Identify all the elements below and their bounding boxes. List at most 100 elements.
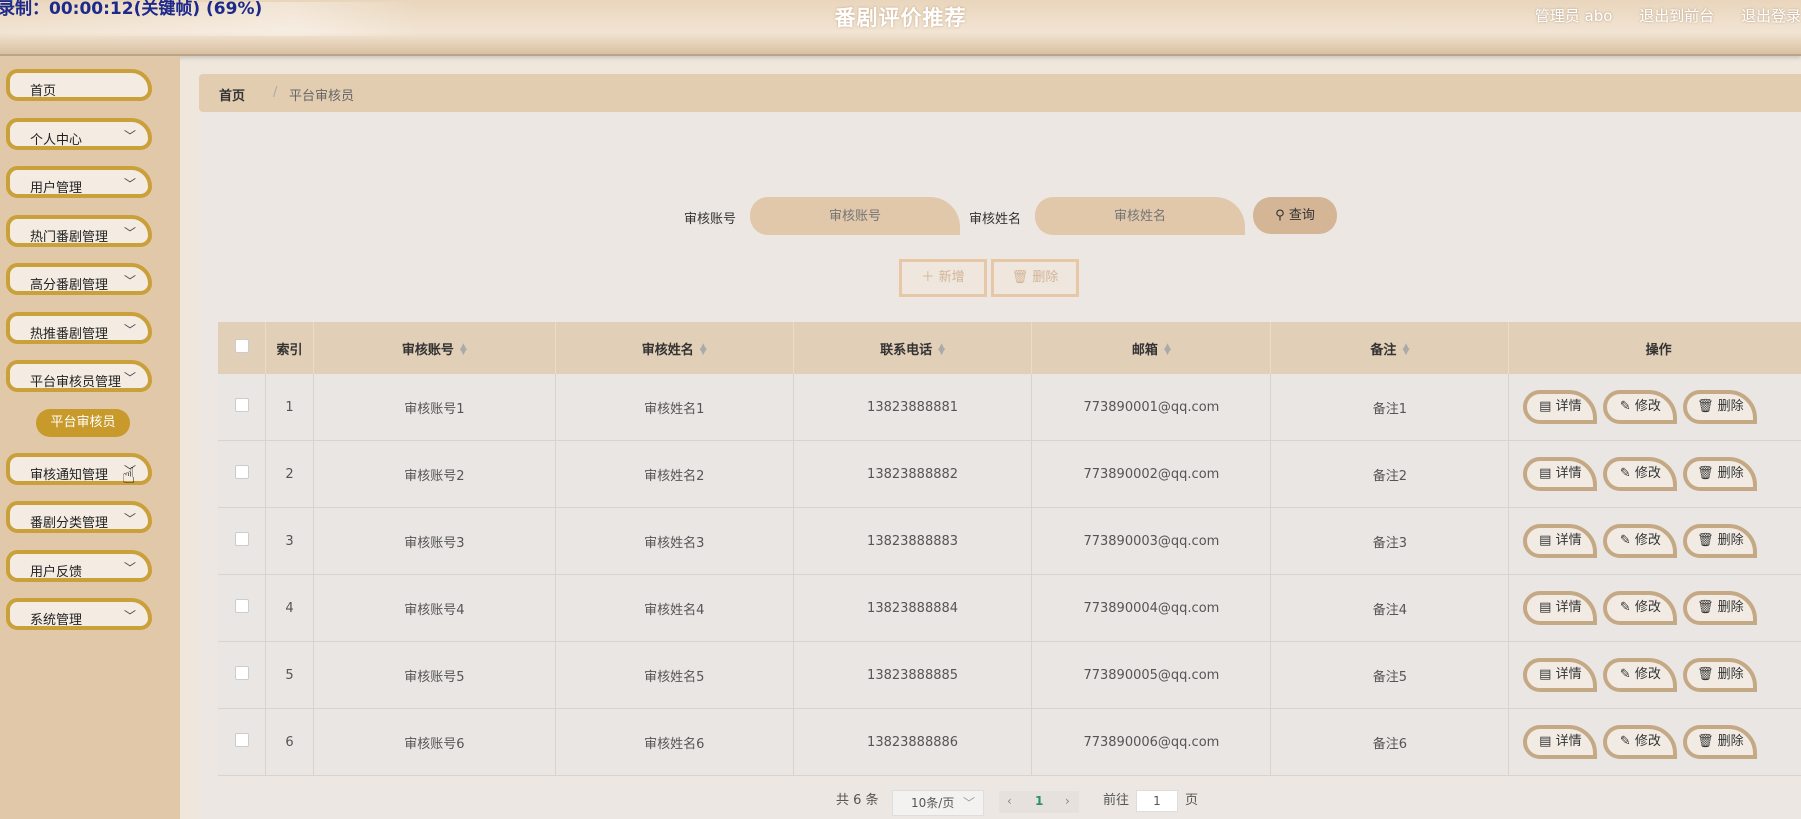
sidebar-item-recommended-anime[interactable]: 热推番剧管理 ﹀ xyxy=(6,312,152,344)
name-search-input[interactable] xyxy=(1035,197,1245,235)
prev-page-icon[interactable]: ‹ xyxy=(1007,794,1012,808)
goto-page-input[interactable]: 1 xyxy=(1136,790,1178,812)
sidebar-item-feedback[interactable]: 用户反馈 ﹀ xyxy=(6,550,152,582)
sidebar-item-label: 热推番剧管理 xyxy=(30,327,109,342)
edit-button[interactable]: ✎ 修改 xyxy=(1603,591,1678,625)
row-select-cell[interactable] xyxy=(218,708,267,776)
page-size-select[interactable]: 10条/页 ﹀ xyxy=(892,790,984,816)
pencil-icon: ✎ xyxy=(1619,466,1635,481)
row-checkbox[interactable] xyxy=(234,398,249,412)
goto-label: 前往 xyxy=(1103,793,1130,808)
detail-button[interactable]: ▤ 详情 xyxy=(1523,390,1598,424)
plus-icon: ＋ xyxy=(921,270,935,285)
edit-button[interactable]: ✎ 修改 xyxy=(1603,390,1678,424)
sort-icon[interactable]: ▲ ▼ xyxy=(938,343,945,357)
account-label: 审核账号 xyxy=(684,212,737,227)
edit-button[interactable]: ✎ 修改 xyxy=(1603,658,1678,692)
delete-button[interactable]: 🗑 删除 xyxy=(1683,658,1758,692)
edit-button[interactable]: ✎ 修改 xyxy=(1603,524,1678,558)
row-checkbox[interactable] xyxy=(234,599,249,613)
select-all-cell[interactable] xyxy=(218,322,267,374)
edit-button-label: 修改 xyxy=(1634,667,1661,682)
row-select-cell[interactable] xyxy=(218,641,267,709)
chevron-down-icon: ﹀ xyxy=(123,323,136,337)
edit-button-label: 修改 xyxy=(1634,533,1661,548)
breadcrumb-separator: / xyxy=(273,85,278,100)
sidebar-item-high-score-anime[interactable]: 高分番剧管理 ﹀ xyxy=(6,263,152,295)
row-checkbox[interactable] xyxy=(234,733,249,747)
row-select-cell[interactable] xyxy=(218,440,267,508)
sidebar-subitem-reviewer[interactable]: 平台审核员 xyxy=(36,409,130,437)
row-checkbox[interactable] xyxy=(234,465,249,479)
row-select-cell[interactable] xyxy=(218,374,267,441)
query-button-label: 查询 xyxy=(1288,208,1315,223)
sidebar-item-label: 番剧分类管理 xyxy=(30,516,109,531)
column-header-phone[interactable]: 联系电话 ▲ ▼ xyxy=(793,322,1033,374)
breadcrumb-home[interactable]: 首页 xyxy=(219,85,245,104)
sort-icon[interactable]: ▲ ▼ xyxy=(700,343,707,357)
column-header-note[interactable]: 备注 ▲ ▼ xyxy=(1270,322,1510,374)
query-button[interactable]: ⚲ 查询 xyxy=(1253,197,1337,234)
delete-button-label: 删除 xyxy=(1717,667,1744,682)
sidebar-item-reviewer-management[interactable]: 平台审核员管理 ﹀ xyxy=(6,360,152,392)
row-account: 审核账号1 xyxy=(313,374,556,441)
trash-icon: 🗑 xyxy=(1697,600,1718,615)
document-icon: ▤ xyxy=(1539,734,1556,749)
detail-button[interactable]: ▤ 详情 xyxy=(1523,457,1598,491)
sort-icon[interactable]: ▲ ▼ xyxy=(1164,343,1171,357)
current-page-number[interactable]: 1 xyxy=(1035,794,1043,808)
edit-button[interactable]: ✎ 修改 xyxy=(1603,457,1678,491)
row-note: 备注4 xyxy=(1270,574,1510,642)
delete-button[interactable]: 🗑 删除 xyxy=(1683,390,1758,424)
chevron-down-icon: ﹀ xyxy=(962,796,975,810)
column-header-name[interactable]: 审核姓名 ▲ ▼ xyxy=(555,322,794,374)
next-page-icon[interactable]: › xyxy=(1065,794,1070,808)
table-header-row: 索引 审核账号 ▲ ▼ 审核姓名 ▲ ▼ 联系电话 ▲ ▼ 邮箱 ▲ ▼ 备注 ▲ ▼ 操作 xyxy=(218,322,1801,374)
delete-button[interactable]: 🗑 删除 xyxy=(1683,725,1758,759)
detail-button[interactable]: ▤ 详情 xyxy=(1523,524,1598,558)
detail-button[interactable]: ▤ 详情 xyxy=(1523,658,1598,692)
edit-button-label: 修改 xyxy=(1634,600,1661,615)
sort-icon[interactable]: ▲ ▼ xyxy=(1402,343,1409,357)
delete-button-label: 删除 xyxy=(1717,600,1744,615)
pencil-icon: ✎ xyxy=(1619,734,1635,749)
batch-delete-button[interactable]: 🗑 删除 xyxy=(991,259,1079,297)
select-all-checkbox[interactable] xyxy=(234,339,249,353)
detail-button-label: 详情 xyxy=(1555,399,1582,414)
back-to-front-link[interactable]: 退出到前台 xyxy=(1639,7,1714,25)
row-index: 3 xyxy=(265,507,314,575)
row-select-cell[interactable] xyxy=(218,507,267,575)
logout-link[interactable]: 退出登录 xyxy=(1741,7,1801,25)
row-select-cell[interactable] xyxy=(218,574,267,642)
column-header-account[interactable]: 审核账号 ▲ ▼ xyxy=(313,322,556,374)
total-count: 共 6 条 xyxy=(836,793,879,808)
sidebar-item-hot-anime[interactable]: 热门番剧管理 ﹀ xyxy=(6,215,152,247)
row-email: 773890004@qq.com xyxy=(1031,574,1272,642)
sidebar-item-label: 个人中心 xyxy=(30,133,83,148)
column-header-email[interactable]: 邮箱 ▲ ▼ xyxy=(1031,322,1272,374)
sidebar-item-system[interactable]: 系统管理 ﹀ xyxy=(6,598,152,630)
delete-button[interactable]: 🗑 删除 xyxy=(1683,457,1758,491)
sidebar-item-profile[interactable]: 个人中心 ﹀ xyxy=(6,118,152,150)
edit-button[interactable]: ✎ 修改 xyxy=(1603,725,1678,759)
sort-icon[interactable]: ▲ ▼ xyxy=(460,343,467,357)
edit-button-label: 修改 xyxy=(1634,466,1661,481)
search-icon: ⚲ xyxy=(1275,208,1285,223)
detail-button-label: 详情 xyxy=(1555,667,1582,682)
row-checkbox[interactable] xyxy=(234,666,249,680)
sidebar-item-anime-category[interactable]: 番剧分类管理 ﹀ xyxy=(6,501,152,533)
delete-button[interactable]: 🗑 删除 xyxy=(1683,524,1758,558)
row-note: 备注5 xyxy=(1270,641,1510,709)
add-button[interactable]: ＋ 新增 xyxy=(899,259,987,297)
row-email: 773890003@qq.com xyxy=(1031,507,1272,575)
trash-icon: 🗑 xyxy=(1697,399,1718,414)
account-search-input[interactable] xyxy=(750,197,960,235)
sidebar-item-home[interactable]: 首页 xyxy=(6,69,152,101)
detail-button[interactable]: ▤ 详情 xyxy=(1523,591,1598,625)
sidebar-item-users[interactable]: 用户管理 ﹀ xyxy=(6,166,152,198)
row-checkbox[interactable] xyxy=(234,532,249,546)
column-header-account-label: 审核账号 xyxy=(401,342,454,358)
detail-button[interactable]: ▤ 详情 xyxy=(1523,725,1598,759)
delete-button[interactable]: 🗑 删除 xyxy=(1683,591,1758,625)
top-bar: 录制：00:00:12(关键帧) (69%) 番剧评价推荐 管理员 abo 退出… xyxy=(0,0,1801,56)
